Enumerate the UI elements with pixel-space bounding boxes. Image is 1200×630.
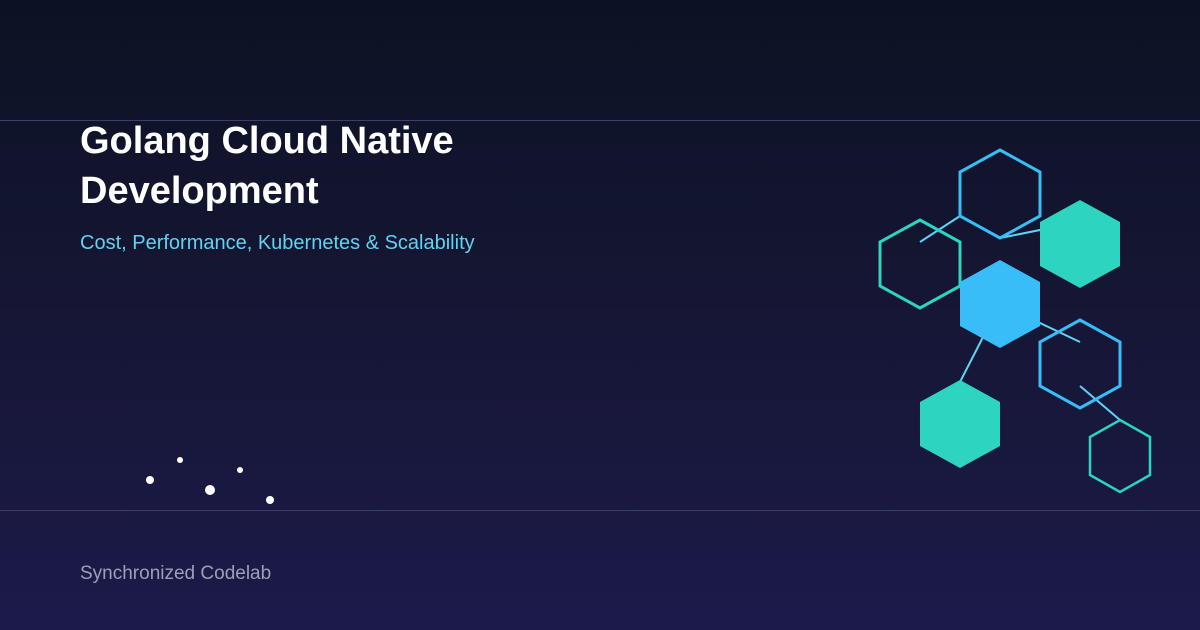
hexagon-network-illustration xyxy=(146,148,1152,504)
decor-dot xyxy=(266,496,274,504)
hexagon-outline-teal xyxy=(878,218,962,310)
hexagon-filled-teal xyxy=(1040,200,1120,288)
decor-dot xyxy=(177,457,183,463)
decor-dot xyxy=(205,485,215,495)
decor-dot xyxy=(237,467,243,473)
hexagon-outline-teal-small xyxy=(1088,418,1152,494)
hexagon-outline-blue xyxy=(958,148,1042,240)
hexagon-filled-teal xyxy=(920,380,1000,468)
hexagon-outline-blue xyxy=(1038,318,1122,410)
decor-dot xyxy=(146,476,154,484)
hexagon-filled-blue xyxy=(960,260,1040,348)
og-card: Golang Cloud Native Development Cost, Per… xyxy=(0,0,1200,630)
